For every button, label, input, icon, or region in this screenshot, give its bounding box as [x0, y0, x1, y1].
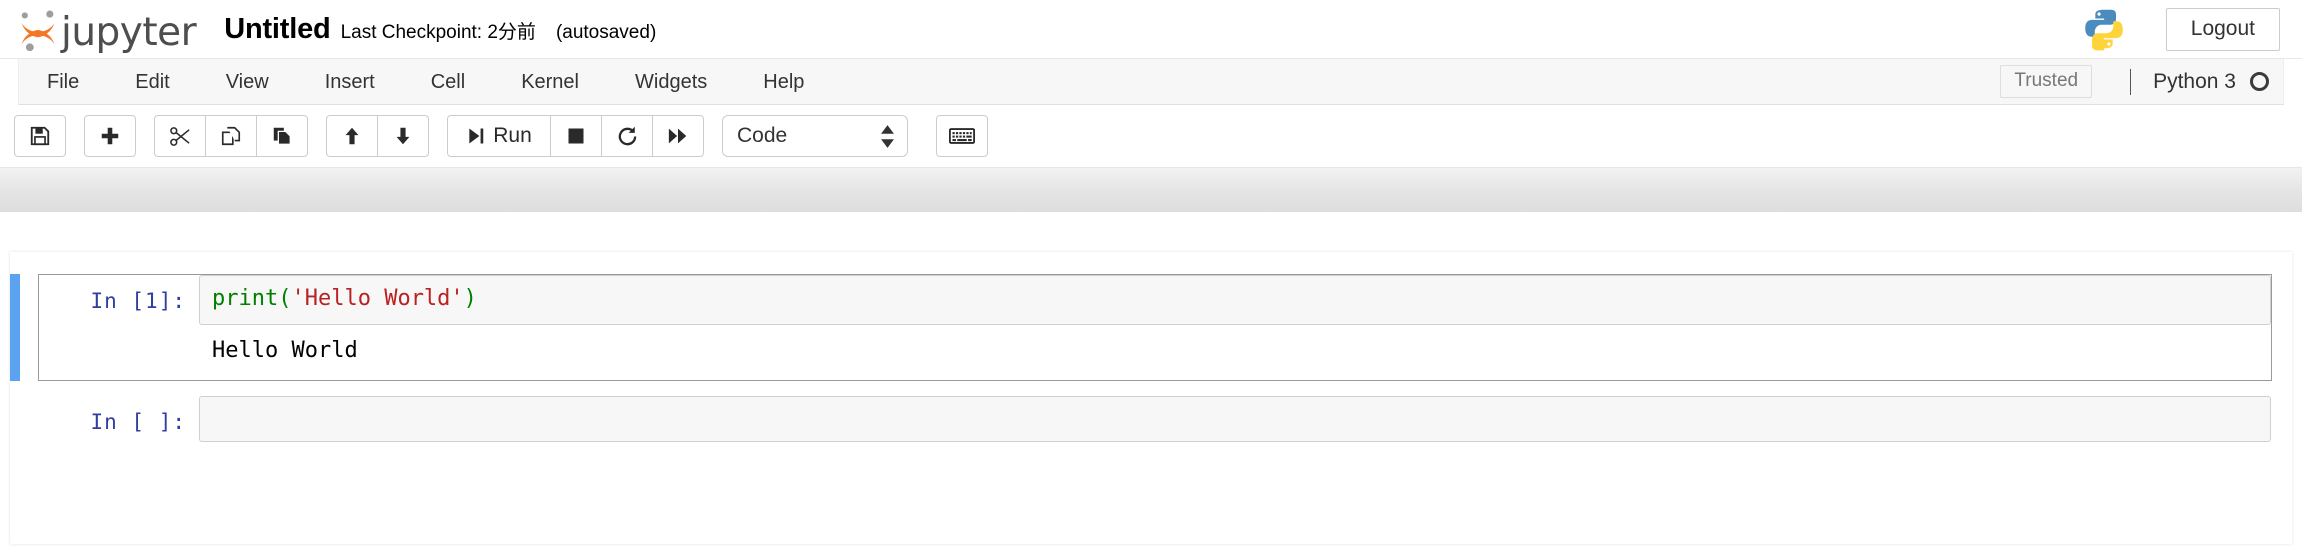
- stop-square-icon: [568, 128, 584, 144]
- restart-icon: [618, 126, 636, 145]
- table-row[interactable]: In [1]: print('Hello World') Hello World: [10, 274, 2272, 381]
- menu-item-cell[interactable]: Cell: [403, 59, 493, 105]
- notebook-name[interactable]: Untitled: [224, 13, 331, 46]
- python-logo-icon: [2084, 9, 2123, 51]
- cell-prompt-input: In [1]:: [90, 289, 186, 313]
- scissors-icon: [169, 126, 190, 146]
- notebook-top-padding: [10, 252, 2292, 274]
- code-token-paren-open: (: [278, 286, 292, 311]
- app-header: jupyter Untitled Last Checkpoint: 2分前 (a…: [0, 0, 2302, 59]
- toolbar-group-insert: [84, 115, 136, 157]
- cut-cell-button[interactable]: [154, 115, 206, 157]
- menu-item-insert[interactable]: Insert: [297, 59, 403, 105]
- run-button-label: Run: [493, 123, 532, 147]
- copy-cell-button[interactable]: [205, 115, 257, 157]
- jupyter-notebook-app: jupyter Untitled Last Checkpoint: 2分前 (a…: [0, 0, 2302, 552]
- jupyter-logo-icon: [21, 10, 55, 52]
- menu-item-help[interactable]: Help: [735, 59, 832, 105]
- code-token-paren-close: ): [463, 286, 477, 311]
- autosave-status: (autosaved): [555, 21, 657, 43]
- cell-output-area: Hello World: [212, 337, 358, 363]
- menu-item-file[interactable]: File: [19, 59, 107, 105]
- restart-run-all-button[interactable]: [652, 115, 704, 157]
- play-to-next-icon: [469, 128, 484, 144]
- kernel-name-label: Python 3: [2153, 69, 2236, 93]
- code-input-area[interactable]: print('Hello World'): [199, 275, 2271, 325]
- notebook-toolbar: Run Code: [0, 105, 2302, 167]
- floppy-disk-icon: [30, 126, 50, 146]
- plus-icon: [101, 127, 119, 145]
- notebook-title-block: Untitled Last Checkpoint: 2分前 (autosaved…: [224, 13, 656, 46]
- menubar-status-group: Trusted Python 3: [2000, 65, 2283, 98]
- menu-item-kernel[interactable]: Kernel: [493, 59, 607, 105]
- header-right-group: Logout: [2082, 7, 2280, 51]
- circle-idle-icon[interactable]: [2250, 72, 2269, 91]
- insert-cell-button[interactable]: [84, 115, 136, 157]
- jupyter-logo[interactable]: jupyter: [18, 7, 197, 55]
- arrow-down-icon: [396, 127, 410, 145]
- code-token-function: print: [212, 286, 279, 311]
- notebook-top-band: [0, 167, 2302, 212]
- chevron-updown-icon: [880, 124, 895, 148]
- menubar-divider: [2130, 68, 2132, 95]
- code-input-area[interactable]: [199, 396, 2271, 442]
- cell-selection-bar: [10, 274, 20, 381]
- table-row[interactable]: In [ ]:: [38, 395, 2272, 443]
- code-token-string: 'Hello World': [291, 286, 464, 311]
- paste-cell-button[interactable]: [256, 115, 308, 157]
- trusted-badge[interactable]: Trusted: [2000, 65, 2093, 98]
- fast-forward-icon: [668, 128, 687, 144]
- move-cell-down-button[interactable]: [377, 115, 429, 157]
- toolbar-group-run: Run: [447, 115, 704, 157]
- cell-body: [199, 396, 2271, 442]
- run-cell-button[interactable]: Run: [447, 115, 551, 157]
- interrupt-kernel-button[interactable]: [550, 115, 602, 157]
- cell-type-value: Code: [737, 124, 788, 147]
- toolbar-group-edit: [154, 115, 308, 157]
- keyboard-icon: [949, 128, 975, 144]
- menu-bar: File Edit View Insert Cell Kernel Widget…: [18, 59, 2284, 105]
- cell-type-select[interactable]: Code: [722, 115, 908, 157]
- toolbar-group-keyboard: [936, 115, 988, 157]
- menu-item-widgets[interactable]: Widgets: [607, 59, 735, 105]
- toolbar-group-save: [14, 115, 66, 157]
- cell-prompt-input: In [ ]:: [90, 410, 186, 434]
- jupyter-wordmark: jupyter: [61, 9, 197, 55]
- last-checkpoint-label: Last Checkpoint: 2分前: [340, 21, 536, 43]
- save-button[interactable]: [14, 115, 66, 157]
- paste-icon: [273, 127, 291, 145]
- cell-body: print('Hello World') Hello World: [199, 275, 2271, 380]
- arrow-up-icon: [345, 127, 359, 145]
- notebook-container: In [1]: print('Hello World') Hello World…: [10, 252, 2292, 544]
- copy-icon: [221, 126, 241, 146]
- logout-button[interactable]: Logout: [2165, 7, 2280, 51]
- keyboard-shortcuts-button[interactable]: [936, 115, 988, 157]
- restart-kernel-button[interactable]: [601, 115, 653, 157]
- toolbar-group-move: [326, 115, 429, 157]
- move-cell-up-button[interactable]: [326, 115, 378, 157]
- cell-spacer: [10, 381, 2292, 395]
- menu-item-view[interactable]: View: [198, 59, 297, 105]
- menu-item-edit[interactable]: Edit: [107, 59, 197, 105]
